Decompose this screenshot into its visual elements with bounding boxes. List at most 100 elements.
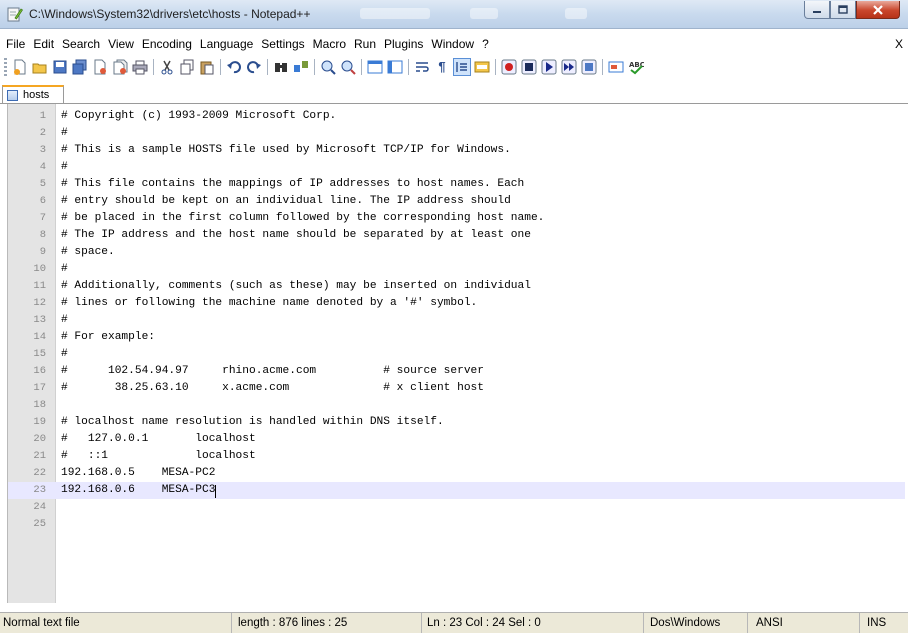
save-all-icon[interactable] [72, 59, 88, 75]
text-editor[interactable]: 1 # Copyright (c) 1993-2009 Microsoft Cor… [7, 104, 905, 603]
line-text[interactable]: # [61, 346, 68, 363]
line-text[interactable]: # lines or following the machine name de… [61, 295, 477, 312]
line-text[interactable]: # For example: [61, 329, 155, 346]
menu-edit[interactable]: Edit [29, 36, 58, 53]
menu-language[interactable]: Language [196, 36, 257, 53]
editor-line[interactable]: 2 # [8, 125, 905, 142]
copy-icon[interactable] [179, 59, 195, 75]
close-document-button[interactable]: X [895, 36, 903, 53]
editor-line[interactable]: 20 # 127.0.0.1 localhost [8, 431, 905, 448]
editor-line[interactable]: 24 [8, 499, 905, 516]
editor-line[interactable]: 19 # localhost name resolution is handled… [8, 414, 905, 431]
editor-line[interactable]: 5 # This file contains the mappings of IP… [8, 176, 905, 193]
editor-line[interactable]: 16 # 102.54.94.97 rhino.acme.com # source… [8, 363, 905, 380]
play-multiple-icon[interactable] [561, 59, 577, 75]
new-file-icon[interactable] [12, 59, 28, 75]
spellcheck-icon[interactable]: ABC [628, 59, 644, 75]
editor-line[interactable]: 3 # This is a sample HOSTS file used by M… [8, 142, 905, 159]
menu-search[interactable]: Search [58, 36, 104, 53]
sync-horizontal-icon[interactable] [387, 59, 403, 75]
title-bar[interactable]: C:\Windows\System32\drivers\etc\hosts - … [0, 0, 908, 29]
stop-record-icon[interactable] [521, 59, 537, 75]
editor-line[interactable]: 23 192.168.0.6 MESA-PC3 [8, 482, 905, 499]
line-text[interactable]: # be placed in the first column followed… [61, 210, 544, 227]
trim-icon[interactable] [608, 59, 624, 75]
menu-settings[interactable]: Settings [257, 36, 308, 53]
line-text[interactable]: # space. [61, 244, 115, 261]
editor-line[interactable]: 18 [8, 397, 905, 414]
record-macro-icon[interactable] [501, 59, 517, 75]
zoom-out-icon[interactable] [340, 59, 356, 75]
editor-line[interactable]: 8 # The IP address and the host name shou… [8, 227, 905, 244]
menu-window[interactable]: Window [427, 36, 478, 53]
print-icon[interactable] [132, 59, 148, 75]
editor-lines[interactable]: 1 # Copyright (c) 1993-2009 Microsoft Cor… [8, 108, 905, 533]
open-file-icon[interactable] [32, 59, 48, 75]
line-text[interactable]: # localhost name resolution is handled w… [61, 414, 444, 431]
zoom-in-icon[interactable] [320, 59, 336, 75]
show-all-chars-icon[interactable]: ¶ [434, 59, 450, 75]
line-text[interactable]: 192.168.0.5 MESA-PC2 [61, 465, 215, 482]
toolbar-grip[interactable] [4, 58, 7, 76]
menu-help[interactable]: ? [478, 36, 493, 53]
line-text[interactable]: # Additionally, comments (such as these)… [61, 278, 531, 295]
line-text[interactable]: # This file contains the mappings of IP … [61, 176, 524, 193]
menu-plugins[interactable]: Plugins [380, 36, 427, 53]
status-eol-format[interactable]: Dos\Windows [644, 613, 748, 633]
editor-line[interactable]: 17 # 38.25.63.10 x.acme.com # x client ho… [8, 380, 905, 397]
line-text[interactable]: # This is a sample HOSTS file used by Mi… [61, 142, 511, 159]
editor-line[interactable]: 15 # [8, 346, 905, 363]
line-text[interactable]: # 102.54.94.97 rhino.acme.com # source s… [61, 363, 484, 380]
replace-icon[interactable] [293, 59, 309, 75]
play-macro-icon[interactable] [541, 59, 557, 75]
maximize-button[interactable] [830, 1, 856, 19]
redo-icon[interactable] [246, 59, 262, 75]
line-text[interactable]: 192.168.0.6 MESA-PC3 [61, 482, 215, 499]
editor-line[interactable]: 12 # lines or following the machine name … [8, 295, 905, 312]
sync-vertical-icon[interactable] [367, 59, 383, 75]
editor-line[interactable]: 11 # Additionally, comments (such as thes… [8, 278, 905, 295]
indent-guide-icon[interactable] [453, 58, 471, 76]
user-lang-icon[interactable] [474, 59, 490, 75]
line-text[interactable]: # [61, 125, 68, 142]
line-text[interactable]: # [61, 159, 68, 176]
find-icon[interactable] [273, 59, 289, 75]
line-text[interactable]: # [61, 261, 68, 278]
editor-line[interactable]: 6 # entry should be kept on an individual… [8, 193, 905, 210]
line-text[interactable]: # ::1 localhost [61, 448, 256, 465]
menu-run[interactable]: Run [350, 36, 380, 53]
menu-encoding[interactable]: Encoding [138, 36, 196, 53]
close-all-icon[interactable] [112, 59, 128, 75]
editor-line[interactable]: 9 # space. [8, 244, 905, 261]
editor-line[interactable]: 22 192.168.0.5 MESA-PC2 [8, 465, 905, 482]
close-window-button[interactable] [856, 1, 900, 19]
undo-icon[interactable] [226, 59, 242, 75]
line-text[interactable]: # [61, 312, 68, 329]
line-text[interactable]: # entry should be kept on an individual … [61, 193, 511, 210]
menu-view[interactable]: View [104, 36, 138, 53]
editor-line[interactable]: 14 # For example: [8, 329, 905, 346]
editor-line[interactable]: 21 # ::1 localhost [8, 448, 905, 465]
status-encoding[interactable]: ANSI [748, 613, 860, 633]
line-text[interactable]: # Copyright (c) 1993-2009 Microsoft Corp… [61, 108, 336, 125]
editor-line[interactable]: 13 # [8, 312, 905, 329]
save-macro-icon[interactable] [581, 59, 597, 75]
editor-line[interactable]: 4 # [8, 159, 905, 176]
menu-macro[interactable]: Macro [309, 36, 350, 53]
word-wrap-icon[interactable] [414, 59, 430, 75]
save-icon[interactable] [52, 59, 68, 75]
editor-line[interactable]: 10 # [8, 261, 905, 278]
line-text[interactable]: # 38.25.63.10 x.acme.com # x client host [61, 380, 484, 397]
editor-line[interactable]: 7 # be placed in the first column followe… [8, 210, 905, 227]
editor-line[interactable]: 1 # Copyright (c) 1993-2009 Microsoft Cor… [8, 108, 905, 125]
editor-line[interactable]: 25 [8, 516, 905, 533]
toolbar: ¶ ABC [0, 55, 908, 79]
minimize-button[interactable] [804, 1, 830, 19]
cut-icon[interactable] [159, 59, 175, 75]
paste-icon[interactable] [199, 59, 215, 75]
line-text[interactable]: # The IP address and the host name shoul… [61, 227, 531, 244]
close-icon[interactable] [92, 59, 108, 75]
menu-file[interactable]: File [0, 36, 29, 53]
line-text[interactable]: # 127.0.0.1 localhost [61, 431, 256, 448]
tab-hosts[interactable]: hosts [2, 85, 64, 103]
